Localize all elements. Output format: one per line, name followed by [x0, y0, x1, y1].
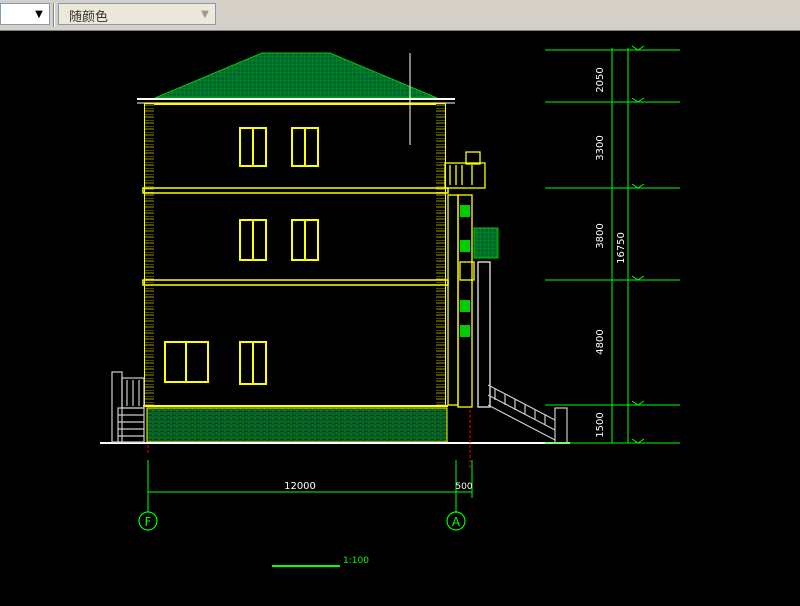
- window: [239, 219, 267, 261]
- window: [291, 127, 319, 167]
- layer-dropdown[interactable]: ▼: [0, 3, 50, 25]
- floor-band-3: [142, 187, 449, 194]
- left-wall-texture: [145, 104, 154, 406]
- window: [239, 127, 267, 167]
- window: [164, 341, 209, 383]
- drawing-canvas[interactable]: 2050 3300 3800 4800 1500 16750 12000 500…: [0, 31, 800, 606]
- side-canopy: [473, 227, 499, 259]
- dimension-3800: 3800: [595, 223, 606, 248]
- roof: [154, 52, 438, 99]
- dimension-3300: 3300: [595, 135, 606, 160]
- axis-label-f: F: [145, 515, 152, 529]
- green-block: [460, 240, 470, 252]
- dimension-4800: 4800: [595, 329, 606, 354]
- dimension-12000: 12000: [284, 481, 316, 492]
- axis-label-a: A: [452, 515, 461, 529]
- floor-band-2: [142, 279, 449, 286]
- main-wall-outline: [144, 103, 446, 407]
- chevron-down-icon[interactable]: ▼: [197, 6, 213, 22]
- chevron-down-icon[interactable]: ▼: [31, 6, 47, 22]
- window: [291, 219, 319, 261]
- toolbar-separator: [53, 3, 55, 27]
- dimension-1500: 1500: [595, 412, 606, 437]
- scale-label: 1:100: [343, 556, 369, 566]
- color-dropdown[interactable]: 随颜色 ▼: [58, 3, 216, 25]
- green-block: [460, 300, 470, 312]
- dimension-500: 500: [455, 482, 472, 492]
- green-block: [460, 205, 470, 217]
- window: [239, 341, 267, 385]
- vertical-dimension-lines: [545, 45, 680, 444]
- exterior-stair: [487, 384, 568, 444]
- base-brick: [146, 407, 448, 443]
- left-gate-post: [111, 371, 145, 443]
- right-wall-texture: [436, 104, 445, 406]
- color-dropdown-value: 随颜色: [69, 10, 109, 25]
- green-block: [460, 325, 470, 337]
- dimension-2050: 2050: [595, 67, 606, 92]
- cad-toolbar: ▼ 随颜色 ▼: [0, 0, 800, 31]
- balcony-top: [444, 151, 486, 189]
- dimension-total-height: 16750: [616, 232, 627, 264]
